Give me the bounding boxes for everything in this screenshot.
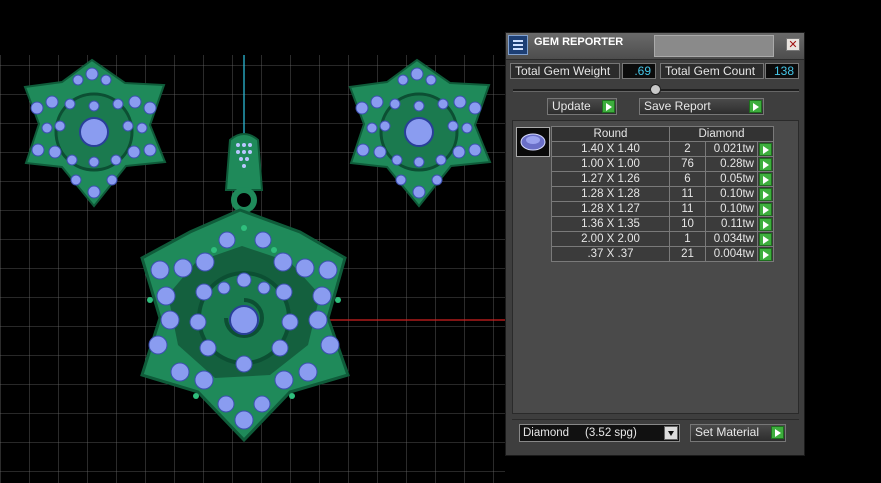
play-arrow-icon — [771, 426, 784, 439]
gem-count-cell: 11 — [669, 186, 706, 202]
play-arrow-icon — [602, 100, 615, 113]
gem-weight-cell: 0.021tw — [705, 141, 758, 157]
play-arrow-icon[interactable] — [759, 158, 772, 171]
table-row: 2.00 X 2.00 1 0.034tw — [551, 231, 774, 247]
play-arrow-icon[interactable] — [759, 203, 772, 216]
row-select-cell — [757, 231, 774, 247]
splitter-handle[interactable] — [650, 84, 661, 95]
save-report-button[interactable]: Save Report — [639, 98, 764, 115]
row-select-cell — [757, 156, 774, 172]
gem-size-cell: 1.36 X 1.35 — [551, 216, 670, 232]
gem-count-cell: 1 — [669, 231, 706, 247]
gem-weight-cell: 0.034tw — [705, 231, 758, 247]
gem-weight-cell: 0.28tw — [705, 156, 758, 172]
title-empty-field — [654, 35, 774, 57]
gem-reporter-app-icon — [508, 35, 528, 55]
gem-weight-cell: 0.11tw — [705, 216, 758, 232]
gem-count-cell: 6 — [669, 171, 706, 187]
play-arrow-icon[interactable] — [759, 233, 772, 246]
gem-size-cell: 1.28 X 1.28 — [551, 186, 670, 202]
gem-count-cell: 2 — [669, 141, 706, 157]
table-row: 1.28 X 1.28 11 0.10tw — [551, 186, 774, 202]
gem-size-cell: 1.00 X 1.00 — [551, 156, 670, 172]
gem-weight-cell: 0.004tw — [705, 246, 758, 262]
update-button-label: Update — [552, 99, 591, 113]
header-round: Round — [551, 126, 670, 142]
gem-reporter-panel: GEM REPORTER ✕ Total Gem Weight .69 Tota… — [505, 32, 805, 456]
gem-count-cell: 21 — [669, 246, 706, 262]
gem-size-cell: 2.00 X 2.00 — [551, 231, 670, 247]
gem-count-cell: 10 — [669, 216, 706, 232]
material-select[interactable]: Diamond (3.52 spg) — [519, 424, 680, 442]
gem-size-cell: 1.28 X 1.27 — [551, 201, 670, 217]
set-material-button[interactable]: Set Material — [690, 424, 786, 442]
row-select-cell — [757, 186, 774, 202]
table-row: 1.27 X 1.26 6 0.05tw — [551, 171, 774, 187]
close-icon[interactable]: ✕ — [786, 38, 800, 51]
panel-titlebar[interactable]: GEM REPORTER ✕ — [506, 33, 804, 60]
gem-weight-cell: 0.10tw — [705, 186, 758, 202]
gem-size-cell: .37 X .37 — [551, 246, 670, 262]
save-report-button-label: Save Report — [644, 99, 711, 113]
gem-weight-cell: 0.10tw — [705, 201, 758, 217]
material-select-value: Diamond (3.52 spg) — [523, 427, 637, 439]
play-arrow-icon[interactable] — [759, 218, 772, 231]
table-row: .37 X .37 21 0.004tw — [551, 246, 774, 262]
table-header-row: Round Diamond — [551, 126, 774, 142]
table-row: 1.36 X 1.35 10 0.11tw — [551, 216, 774, 232]
table-row: 1.28 X 1.27 11 0.10tw — [551, 201, 774, 217]
play-arrow-icon[interactable] — [759, 143, 772, 156]
total-gem-count-value: 138 — [765, 63, 799, 79]
row-select-cell — [757, 141, 774, 157]
gem-thumbnail[interactable] — [516, 127, 550, 157]
row-select-cell — [757, 171, 774, 187]
gem-size-cell: 1.27 X 1.26 — [551, 171, 670, 187]
set-material-button-label: Set Material — [695, 425, 760, 439]
table-row: 1.40 X 1.40 2 0.021tw — [551, 141, 774, 157]
total-gem-count-label: Total Gem Count — [660, 63, 764, 79]
row-select-cell — [757, 246, 774, 262]
gem-count-cell: 11 — [669, 201, 706, 217]
total-gem-weight-label: Total Gem Weight — [510, 63, 620, 79]
divider — [512, 419, 799, 420]
gem-count-cell: 76 — [669, 156, 706, 172]
gem-table: Round Diamond 1.40 X 1.40 2 0.021tw 1.00 X … — [551, 126, 774, 262]
gem-weight-cell: 0.05tw — [705, 171, 758, 187]
play-arrow-icon[interactable] — [759, 248, 772, 261]
chevron-down-icon — [664, 426, 678, 440]
row-select-cell — [757, 201, 774, 217]
header-diamond: Diamond — [669, 126, 774, 142]
update-button[interactable]: Update — [547, 98, 617, 115]
panel-title: GEM REPORTER — [534, 36, 624, 48]
play-arrow-icon — [749, 100, 762, 113]
round-gem-icon — [520, 133, 546, 151]
table-row: 1.00 X 1.00 76 0.28tw — [551, 156, 774, 172]
total-gem-weight-value: .69 — [622, 63, 656, 79]
row-select-cell — [757, 216, 774, 232]
play-arrow-icon[interactable] — [759, 173, 772, 186]
play-arrow-icon[interactable] — [759, 188, 772, 201]
gem-size-cell: 1.40 X 1.40 — [551, 141, 670, 157]
